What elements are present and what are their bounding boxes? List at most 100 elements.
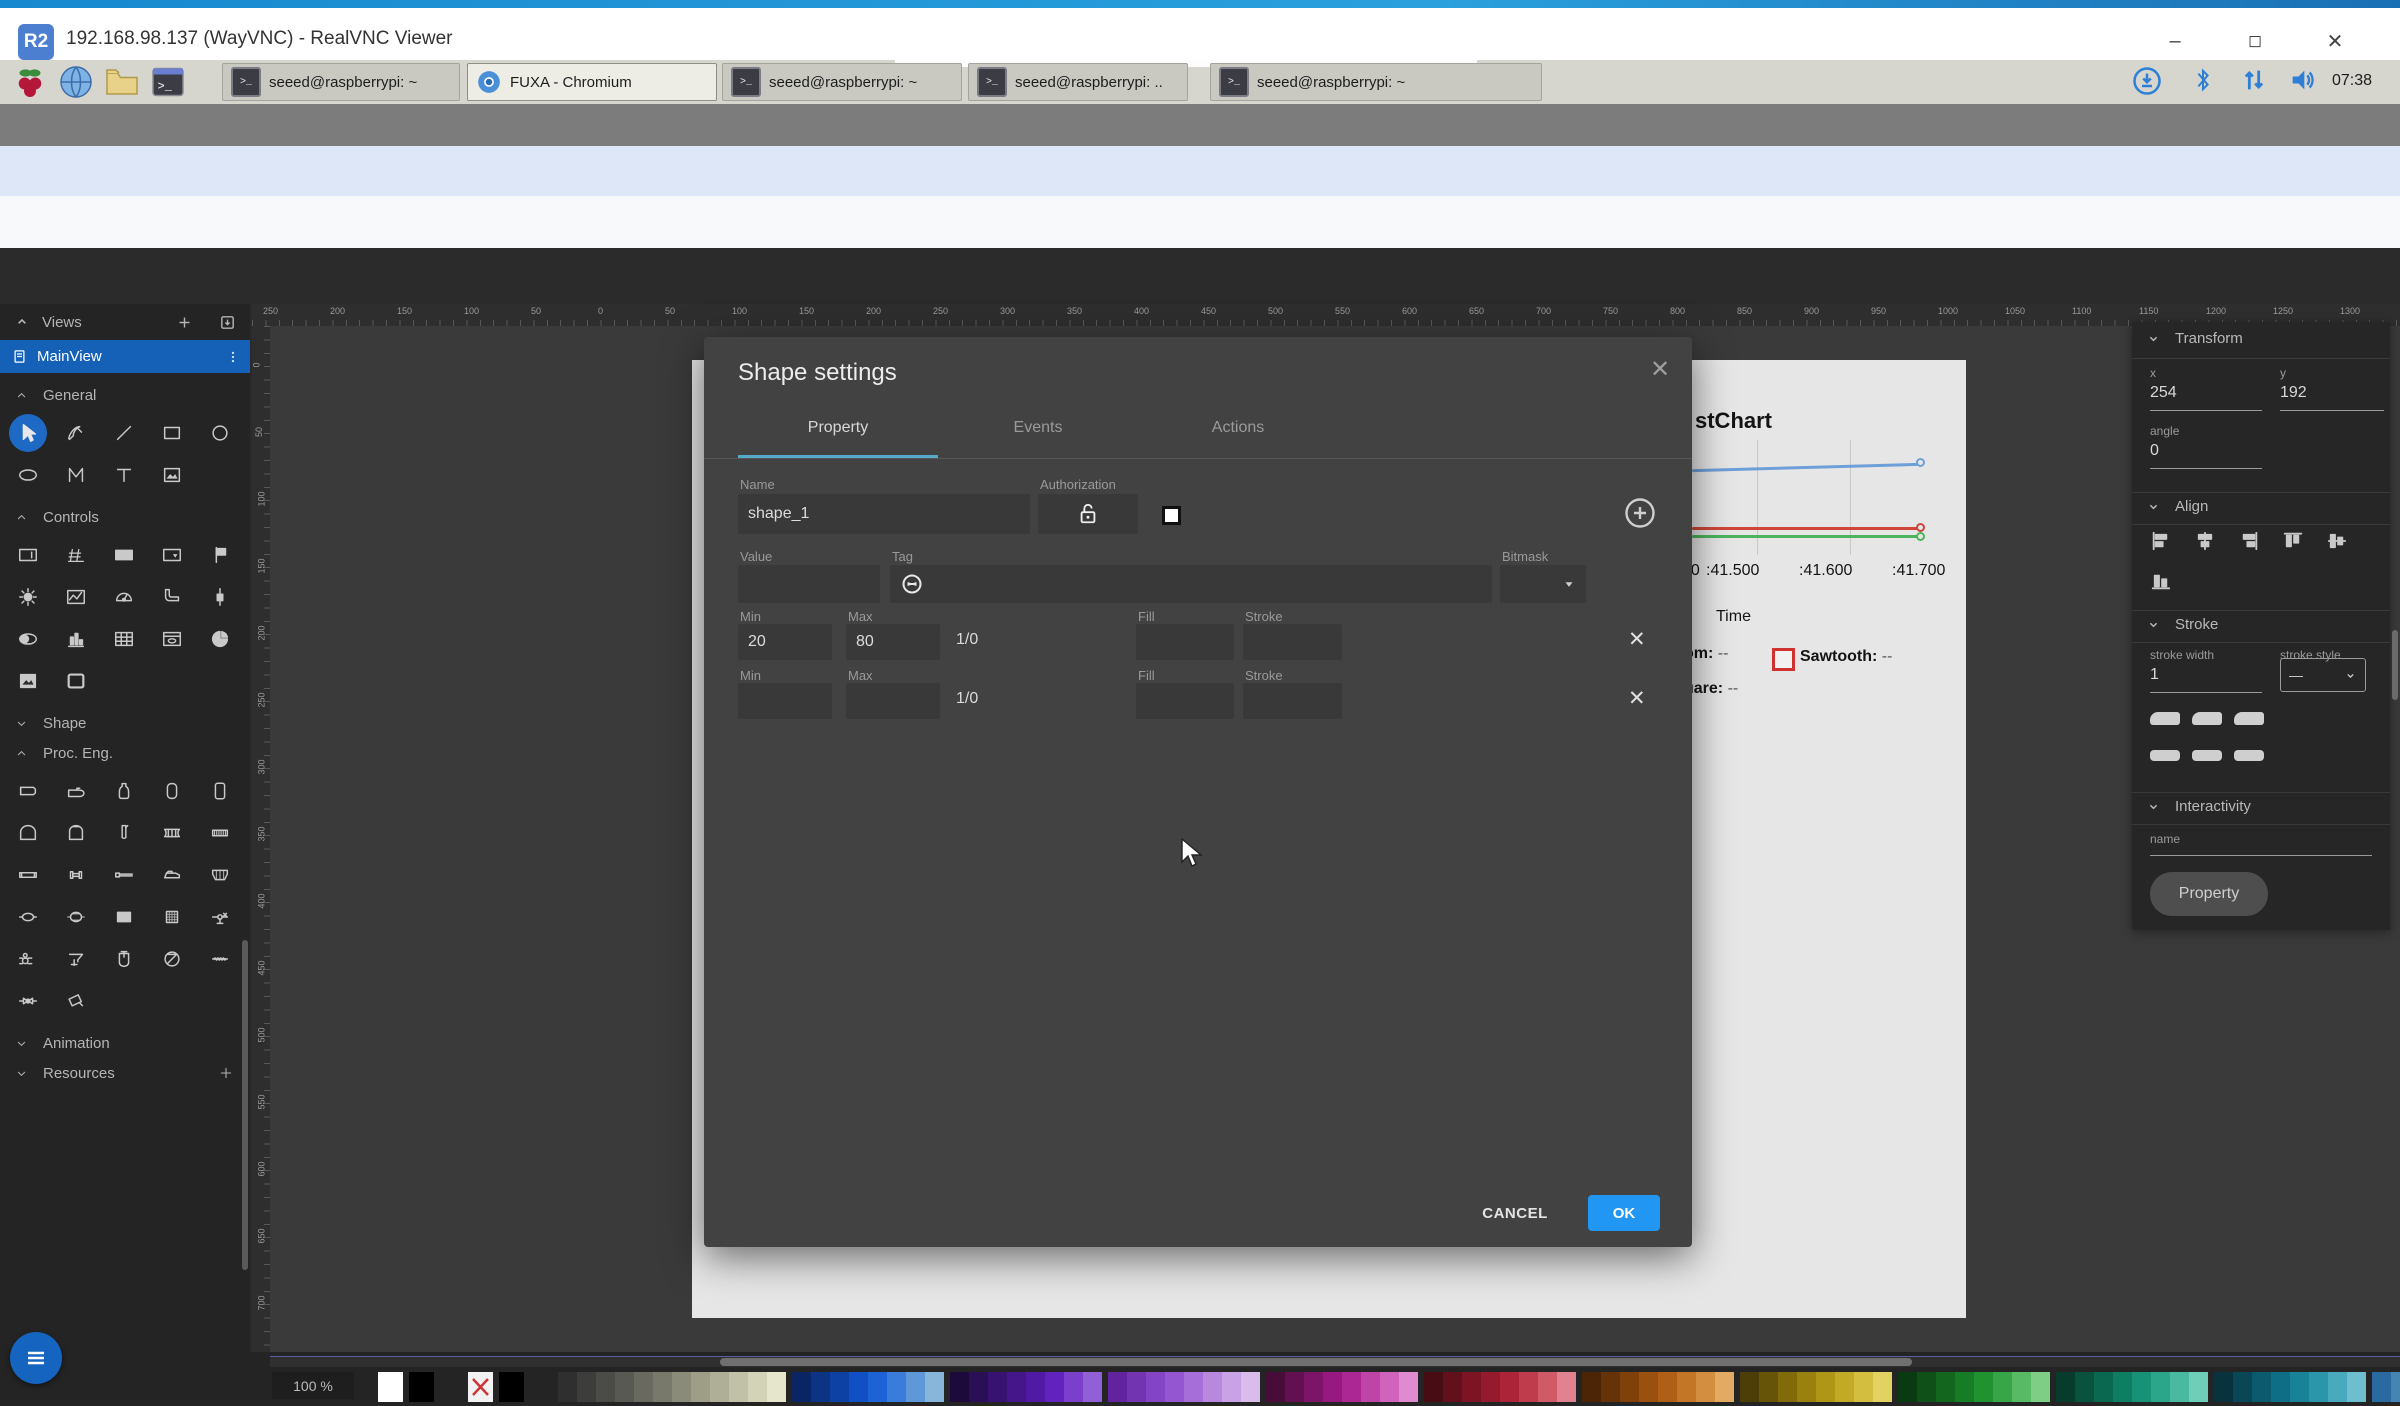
angle-input[interactable]: 0 xyxy=(2150,442,2159,460)
color-swatch[interactable] xyxy=(2391,1372,2400,1402)
color-swatch[interactable] xyxy=(887,1372,906,1402)
tool-panel-icon[interactable] xyxy=(52,660,100,702)
bitmask-select[interactable] xyxy=(1500,565,1586,603)
color-swatch[interactable] xyxy=(1759,1372,1778,1402)
authorization-button[interactable] xyxy=(1038,494,1138,534)
color-swatch[interactable] xyxy=(1165,1372,1184,1402)
color-swatch[interactable] xyxy=(2170,1372,2189,1402)
transform-section-header[interactable]: Transform xyxy=(2146,330,2243,347)
section-header-shape[interactable]: Shape xyxy=(0,708,250,738)
tool-pipe-vertical-icon[interactable] xyxy=(100,812,148,854)
tool-inline-valve-icon[interactable] xyxy=(4,980,52,1022)
color-swatch[interactable] xyxy=(1936,1372,1955,1402)
no-color-swatch-alt[interactable] xyxy=(499,1372,524,1402)
network-arrows-icon[interactable] xyxy=(2240,66,2268,94)
ok-button[interactable]: OK xyxy=(1588,1195,1660,1231)
tool-covered-tank-icon[interactable] xyxy=(52,812,100,854)
fill-input[interactable] xyxy=(1136,683,1234,719)
color-swatch[interactable] xyxy=(969,1372,988,1402)
color-swatch[interactable] xyxy=(2347,1372,2366,1402)
tool-pump-tank-icon[interactable] xyxy=(52,770,100,812)
color-swatch[interactable] xyxy=(1898,1372,1917,1402)
color-swatch[interactable] xyxy=(1222,1372,1241,1402)
stroke-input[interactable] xyxy=(1243,624,1342,660)
view-item-mainview[interactable]: MainView xyxy=(0,340,250,373)
color-swatch[interactable] xyxy=(2075,1372,2094,1402)
color-swatch[interactable] xyxy=(2031,1372,2050,1402)
cap-butt-button[interactable] xyxy=(2150,750,2180,761)
tool-angled-box-icon[interactable] xyxy=(52,980,100,1022)
tool-basket-strainer-icon[interactable] xyxy=(196,854,244,896)
tool-gauge-icon[interactable] xyxy=(100,576,148,618)
tool-pipe-long-icon[interactable] xyxy=(100,854,148,896)
color-swatch[interactable] xyxy=(729,1372,748,1402)
align-center-horizontal-icon[interactable] xyxy=(2194,530,2224,556)
color-swatch[interactable] xyxy=(1026,1372,1045,1402)
color-swatch[interactable] xyxy=(1715,1372,1734,1402)
taskbar-window-terminal-3[interactable]: >_seeed@raspberrypi: .. xyxy=(968,63,1188,101)
tool-bezier-icon[interactable] xyxy=(52,454,100,496)
tool-ellipse-icon[interactable] xyxy=(4,454,52,496)
color-swatch[interactable] xyxy=(1519,1372,1538,1402)
tool-rectangle-icon[interactable] xyxy=(148,412,196,454)
terminal-launcher-icon[interactable]: >_ xyxy=(150,64,186,100)
tool-light-icon[interactable] xyxy=(4,576,52,618)
tool-tanker-icon[interactable] xyxy=(148,854,196,896)
interactivity-section-header[interactable]: Interactivity xyxy=(2146,798,2251,815)
add-resource-icon[interactable] xyxy=(218,1065,234,1081)
color-swatch[interactable] xyxy=(1304,1372,1323,1402)
tab-property[interactable]: Property xyxy=(738,419,938,437)
zoom-level[interactable]: 100 % xyxy=(272,1372,354,1399)
color-swatch[interactable] xyxy=(596,1372,615,1402)
color-swatch[interactable] xyxy=(1146,1372,1165,1402)
color-swatch[interactable] xyxy=(988,1372,1007,1402)
tool-three-way-valve-icon[interactable] xyxy=(196,896,244,938)
tool-slider-icon[interactable] xyxy=(196,576,244,618)
color-swatch[interactable] xyxy=(1620,1372,1639,1402)
panel-scrollbar[interactable] xyxy=(2392,630,2398,700)
color-swatch[interactable] xyxy=(1778,1372,1797,1402)
taskbar-window-terminal-0[interactable]: >_seeed@raspberrypi: ~ xyxy=(222,63,460,101)
tool-switch-icon[interactable] xyxy=(4,618,52,660)
color-swatch[interactable] xyxy=(2290,1372,2309,1402)
color-swatch[interactable] xyxy=(1974,1372,1993,1402)
tool-funnel-icon[interactable] xyxy=(52,938,100,980)
color-swatch[interactable] xyxy=(2309,1372,2328,1402)
tool-pipe-section-icon[interactable] xyxy=(4,854,52,896)
tab-events[interactable]: Events xyxy=(938,419,1138,437)
tool-image-icon[interactable] xyxy=(148,454,196,496)
web-browser-icon[interactable] xyxy=(58,64,94,100)
align-right-icon[interactable] xyxy=(2238,530,2268,556)
color-swatch[interactable] xyxy=(868,1372,887,1402)
stroke-section-header[interactable]: Stroke xyxy=(2146,616,2218,633)
tool-line-chart-icon[interactable] xyxy=(52,576,100,618)
color-swatch[interactable] xyxy=(767,1372,786,1402)
join-round-button[interactable] xyxy=(2192,712,2222,725)
hscrollbar-thumb[interactable] xyxy=(720,1358,1912,1366)
tool-image-control-icon[interactable] xyxy=(4,660,52,702)
color-swatch[interactable] xyxy=(2328,1372,2347,1402)
max-input[interactable]: 80 xyxy=(846,624,940,660)
color-swatch[interactable] xyxy=(1481,1372,1500,1402)
color-swatch[interactable] xyxy=(672,1372,691,1402)
section-header-animation[interactable]: Animation xyxy=(0,1028,250,1058)
color-swatch[interactable] xyxy=(906,1372,925,1402)
color-swatch[interactable] xyxy=(849,1372,868,1402)
tool-iframe-icon[interactable] xyxy=(148,618,196,660)
color-swatch[interactable] xyxy=(1816,1372,1835,1402)
max-input[interactable] xyxy=(846,683,940,719)
color-swatch[interactable] xyxy=(1835,1372,1854,1402)
color-swatch[interactable] xyxy=(1797,1372,1816,1402)
file-manager-icon[interactable] xyxy=(104,64,140,100)
color-swatch[interactable] xyxy=(1955,1372,1974,1402)
taskbar-window-terminal-4[interactable]: >_seeed@raspberrypi: ~ xyxy=(1210,63,1542,101)
color-swatch[interactable] xyxy=(792,1372,811,1402)
color-swatch[interactable] xyxy=(811,1372,830,1402)
color-swatch[interactable] xyxy=(1917,1372,1936,1402)
tool-bar-chart-icon[interactable] xyxy=(52,618,100,660)
add-view-icon[interactable] xyxy=(176,314,193,331)
color-swatch[interactable] xyxy=(2372,1372,2391,1402)
tool-vertical-tank-icon[interactable] xyxy=(148,770,196,812)
section-header-proc-eng-[interactable]: Proc. Eng. xyxy=(0,738,250,768)
tool-finned-pipe-icon[interactable] xyxy=(196,812,244,854)
